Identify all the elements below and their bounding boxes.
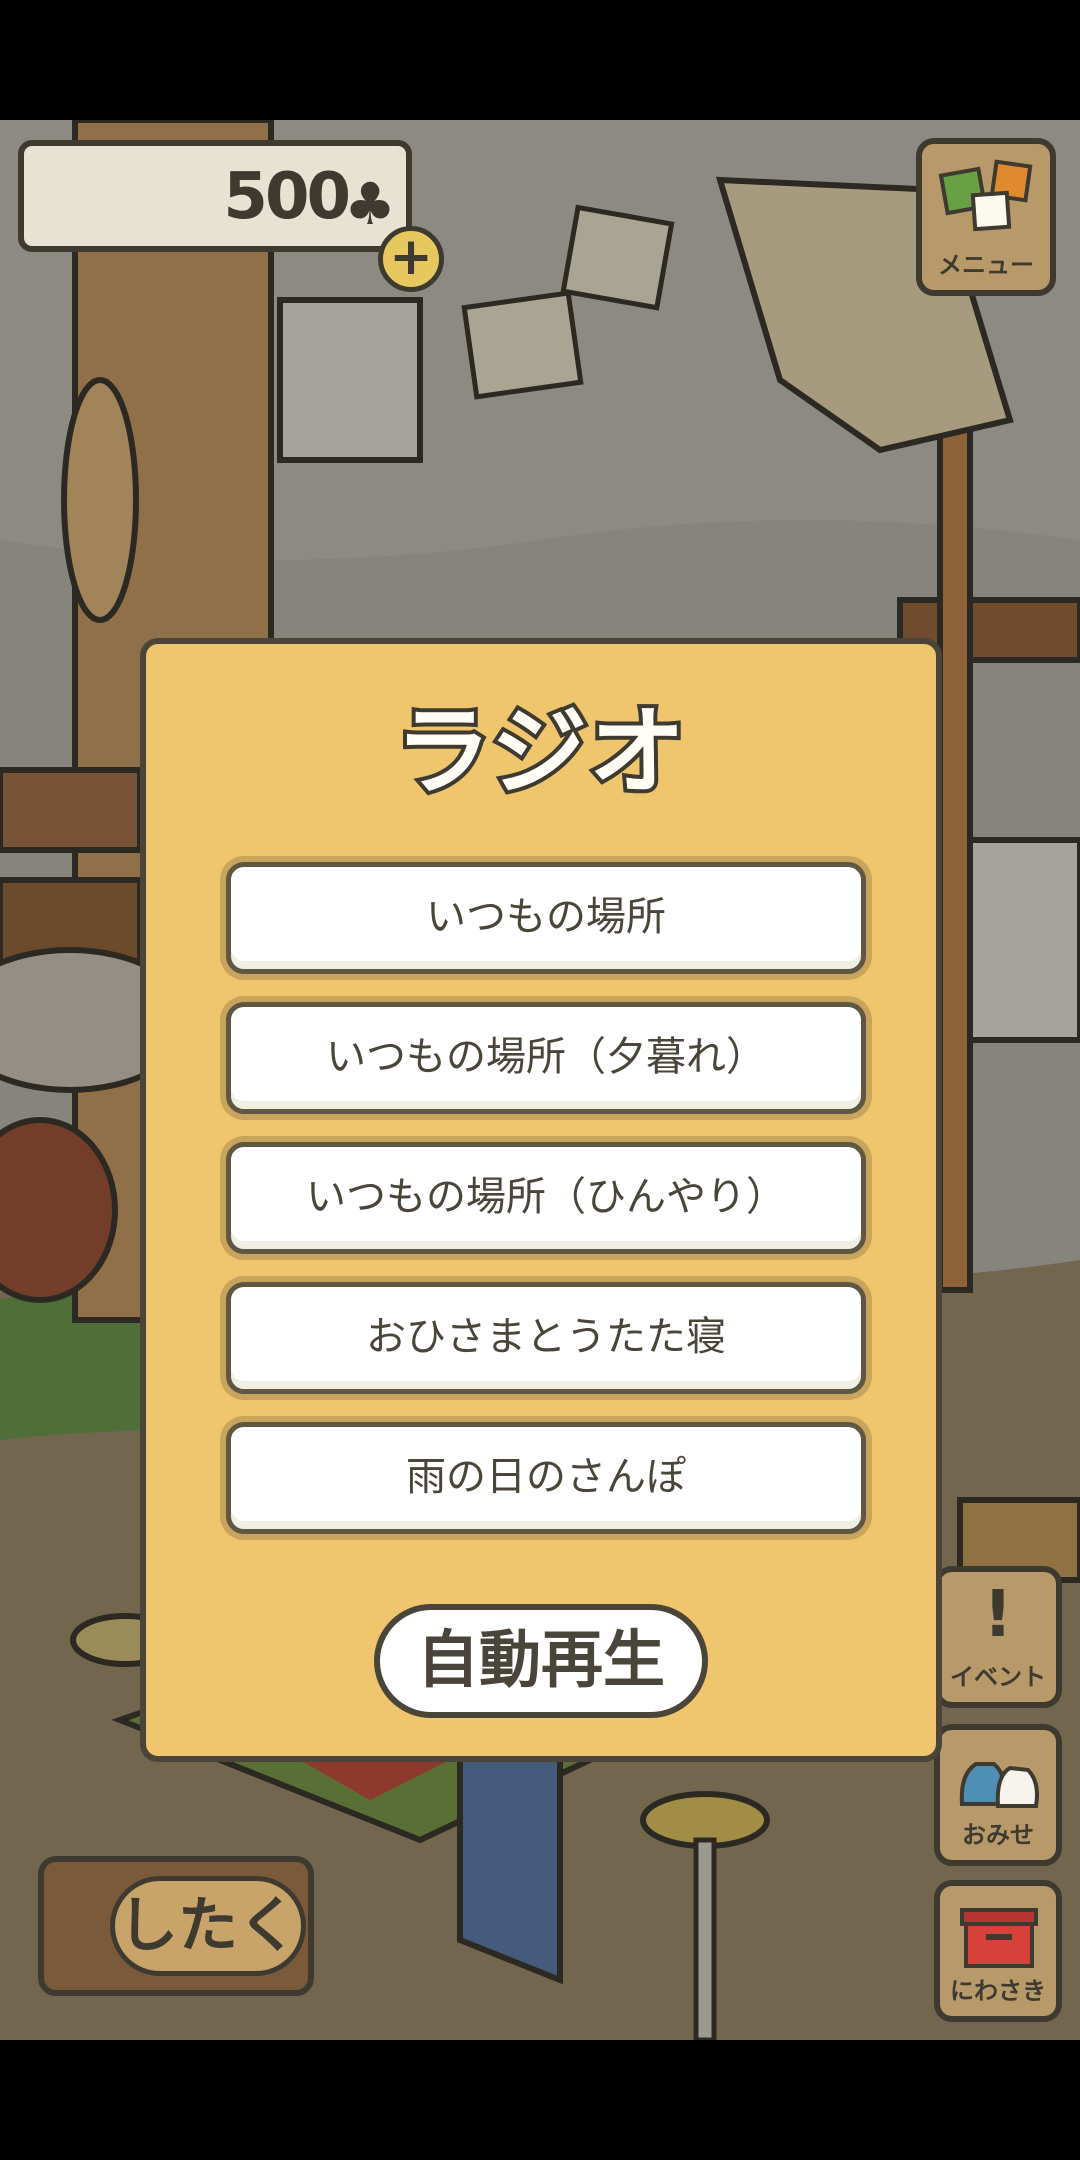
menu-label: メニュー <box>938 251 1034 279</box>
station-button[interactable]: いつもの場所（夕暮れ） <box>226 1002 866 1114</box>
game-scene: 500 ♣ + メニュー ! イベント おみせ にわさき したく ラジオ いつも… <box>0 120 1080 2040</box>
menu-button[interactable]: メニュー <box>916 138 1056 296</box>
station-button[interactable]: いつもの場所 <box>226 862 866 974</box>
autoplay-button[interactable]: 自動再生 <box>374 1604 708 1718</box>
dialog-title: ラジオ <box>391 692 689 812</box>
clover-counter: 500 ♣ <box>18 140 412 252</box>
shop-button[interactable]: おみせ <box>934 1724 1062 1866</box>
top-black-bar <box>0 0 1080 120</box>
prepare-button[interactable]: したく <box>38 1856 314 1996</box>
bags-icon <box>959 1762 1039 1808</box>
radio-dialog: ラジオ いつもの場所 いつもの場所（夕暮れ） いつもの場所（ひんやり） おひさま… <box>140 638 942 1762</box>
bottom-black-bar <box>0 2040 1080 2160</box>
add-clover-button[interactable]: + <box>378 226 444 292</box>
clover-icon: ♣ <box>344 170 396 238</box>
garden-button[interactable]: にわさき <box>934 1880 1062 2022</box>
prepare-label: したく <box>110 1876 306 1976</box>
event-label: イベント <box>950 1663 1046 1691</box>
clover-count: 500 <box>223 160 351 234</box>
station-button[interactable]: いつもの場所（ひんやり） <box>226 1142 866 1254</box>
plus-icon: + <box>389 227 433 287</box>
exclamation-icon: ! <box>983 1578 1013 1652</box>
garden-label: にわさき <box>950 1977 1046 2005</box>
event-button[interactable]: ! イベント <box>934 1566 1062 1708</box>
station-button[interactable]: 雨の日のさんぽ <box>226 1422 866 1534</box>
color-squares-icon <box>938 159 1033 232</box>
shop-label: おみせ <box>962 1821 1034 1849</box>
station-button[interactable]: おひさまとうたた寝 <box>226 1282 866 1394</box>
mailbox-icon <box>960 1908 1038 1968</box>
